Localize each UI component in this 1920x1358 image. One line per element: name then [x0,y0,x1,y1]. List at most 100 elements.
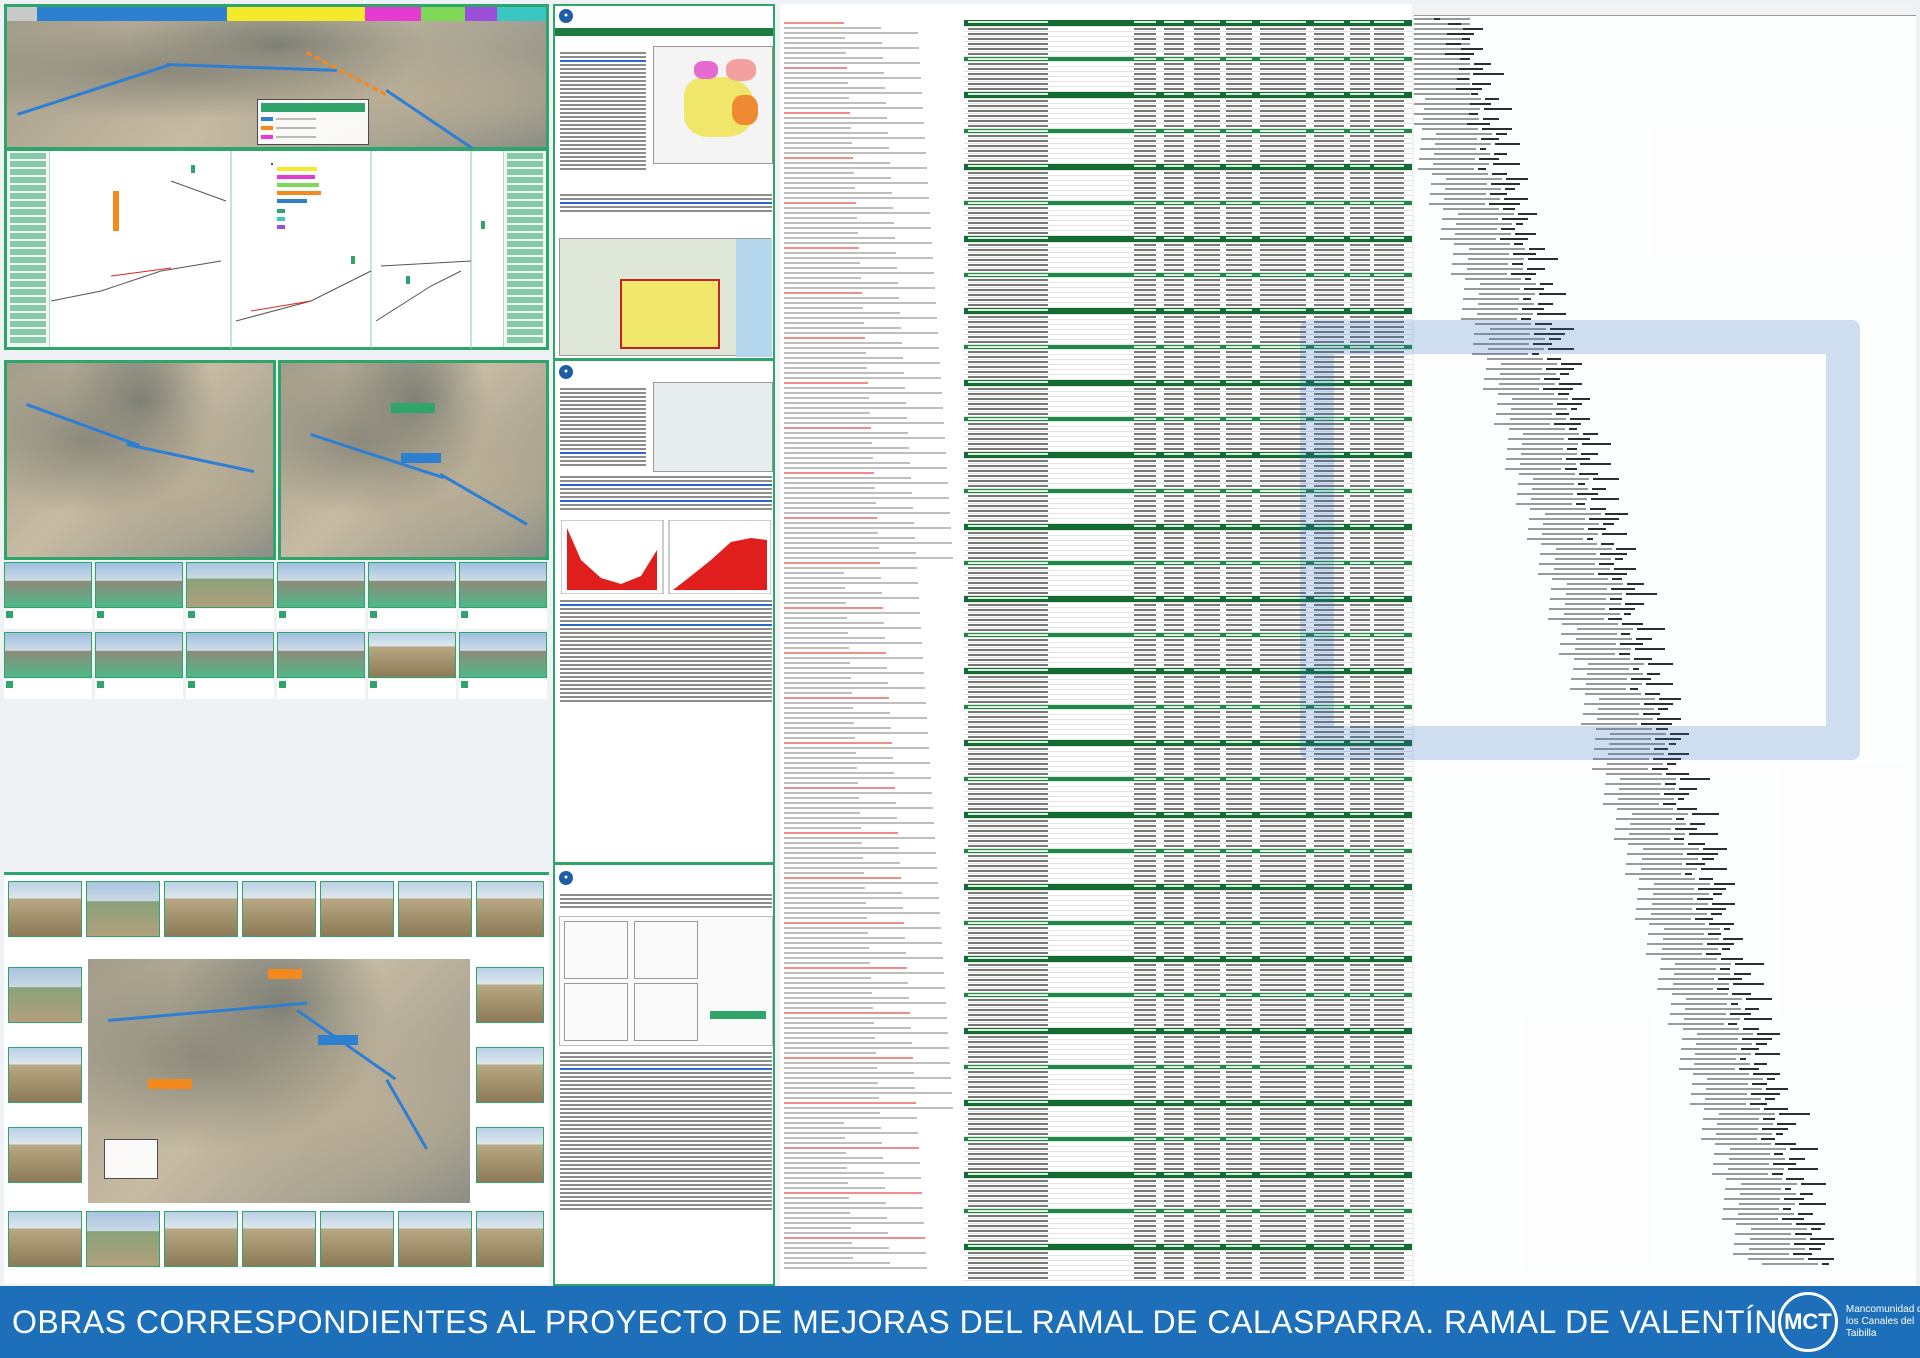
photo-strip-1 [4,562,549,700]
gantt-bar [1764,1108,1789,1110]
gantt-bar [1471,83,1491,85]
gantt-bar [1457,78,1470,80]
gantt-bar [1741,1038,1772,1040]
gantt-bar [1485,98,1500,100]
table-row [964,164,1412,171]
gantt-bar [1480,138,1499,140]
gantt-bar [1773,1163,1797,1165]
gantt-bar [1488,203,1520,205]
gantt-bar [1822,1263,1830,1265]
table-row [964,1172,1412,1179]
gantt-bar [1788,1158,1805,1160]
gantt-bar [1744,1018,1772,1020]
gantt-bar [1527,258,1558,260]
footer-banner: OBRAS CORRESPONDIENTES AL PROYECTO DE ME… [0,1286,1920,1358]
route-segment-bar [7,7,546,21]
gantt-bar [1484,108,1513,110]
gantt-bar [1765,1098,1776,1100]
photo [95,632,183,678]
gantt-bar [1504,198,1529,200]
photo [368,562,456,608]
gantt-bar [1738,1068,1759,1070]
gantt-bar [1777,1123,1797,1125]
gantt-bar [1796,1223,1826,1225]
section-logo-icon: ● [559,9,573,23]
gantt-bar [1447,33,1475,35]
hydrograph-charts [561,520,771,594]
calculation-tables [559,916,773,1046]
legend-title [261,103,365,112]
photo [4,632,92,678]
photo [186,562,274,608]
gantt-bar [1745,1008,1760,1010]
photo [368,632,456,678]
gantt-bar [1767,1078,1776,1080]
gantt-bar [1514,243,1524,245]
route-detail-map [88,959,470,1203]
gantt-bar [1789,1148,1818,1150]
gantt-bar [1499,238,1528,240]
gantt-bar [1754,1063,1768,1065]
photo [459,562,547,608]
gantt-bar [1786,1178,1805,1180]
gantt-bar [1458,68,1483,70]
gantt-bar [1472,73,1504,75]
gantt-bar [1490,183,1520,185]
table-title [780,4,1412,18]
gantt-bar [1477,168,1486,170]
gantt-bar [1481,128,1512,130]
gantt-bar [1729,1013,1751,1015]
watermark [1150,280,1910,1000]
table-row [964,92,1412,99]
gantt-bar [1750,1093,1780,1095]
photo [95,562,183,608]
gantt-bar [1489,193,1507,195]
photo [4,562,92,608]
gantt-bar [1739,1058,1746,1060]
gantt-bar [1502,218,1528,220]
gantt-bar [1752,1073,1780,1075]
mct-logo-icon: MCT [1777,1292,1838,1352]
gantt-bar [1776,1133,1784,1135]
gantt-bar [1479,148,1486,150]
table-row [964,1100,1412,1107]
gantt-bar [1491,173,1507,175]
region-map [653,46,773,164]
gantt-bar [1460,48,1483,50]
gantt-bar [1462,28,1483,30]
table-row [964,20,1412,27]
gantt-bar [1783,1208,1792,1210]
gantt-bar [1493,163,1521,165]
gantt-bar [1512,263,1524,265]
photo [186,632,274,678]
gantt-bar [1794,1243,1826,1245]
gantt-bar [1793,1253,1813,1255]
gantt-bar [1771,1173,1783,1175]
gantt-bar [1798,1203,1826,1205]
gantt-bar [1799,1193,1813,1195]
gantt-bar [1749,1103,1767,1105]
map-legend [257,99,369,145]
gantt-bar [1505,188,1516,190]
gantt-bar [1515,233,1537,235]
document-header [578,9,769,23]
photo [277,632,365,678]
gantt-bar [1517,213,1537,215]
gantt-bar [1468,113,1478,115]
gantt-bar [1494,153,1508,155]
map-overview-left [4,360,276,560]
gantt-bar [1763,1118,1775,1120]
profile-drawing [51,151,485,349]
gantt-bar [1496,133,1508,135]
gantt-bar [1478,158,1499,160]
gantt-bar [1456,88,1483,90]
gantt-bar [1510,273,1536,275]
gantt-bar [1728,1023,1738,1025]
hydrographic-map [559,238,772,357]
gantt-bar [1787,1168,1818,1170]
gantt-bar [1785,1188,1792,1190]
gantt-bar [1445,53,1475,55]
gantt-bar [1755,1053,1781,1055]
gantt-bar [1495,143,1521,145]
section-logo-icon: ● [559,365,573,379]
